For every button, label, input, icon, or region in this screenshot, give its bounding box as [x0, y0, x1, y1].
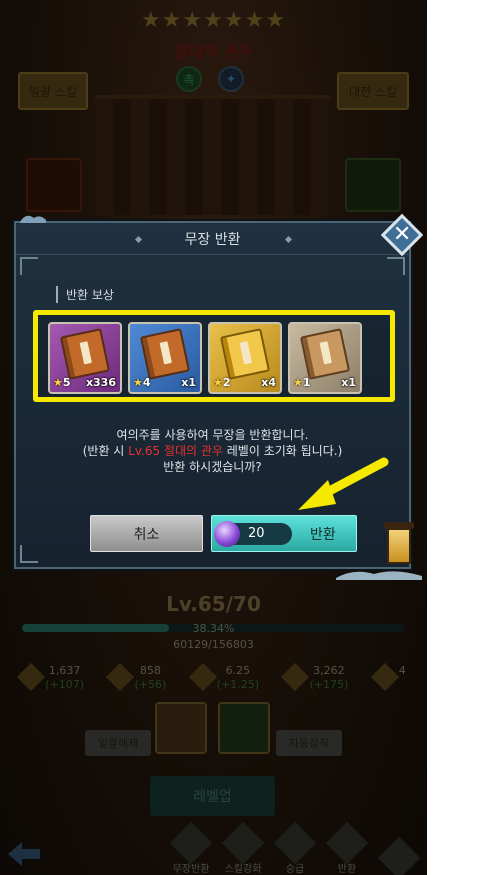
- reward-highlight-frame: ★5 x336 ★4 x1 ★2 x4 ★1 x1: [33, 310, 395, 402]
- frame-corner: [20, 545, 38, 563]
- lantern-icon: [382, 520, 416, 570]
- close-icon: ✕: [392, 222, 412, 247]
- item-star-level: ★4: [133, 376, 151, 389]
- close-button[interactable]: ✕: [380, 213, 424, 257]
- confirm-label: 반환: [310, 526, 336, 543]
- warning-hero-name: Lv.65 절대의 관우: [128, 444, 223, 458]
- game-screen: ★★★★★★★ 절대의 관우 촉 ✦ 일괄 스킬 대전 스킬 Lv.65/70 …: [0, 0, 427, 875]
- skill-book-icon: [139, 328, 191, 380]
- dialog-title: 무장 반환: [184, 231, 241, 248]
- skill-book-icon: [59, 328, 111, 380]
- dialog-header: 무장 반환: [16, 223, 409, 255]
- reward-item[interactable]: ★1 x1: [288, 322, 362, 394]
- cancel-button[interactable]: 취소: [90, 515, 203, 552]
- item-quantity: x4: [261, 376, 276, 389]
- frame-corner: [20, 257, 38, 275]
- item-quantity: x1: [341, 376, 356, 389]
- confirm-return-button[interactable]: 20 반환: [211, 515, 357, 552]
- ornament-icon: [284, 235, 293, 244]
- item-quantity: x1: [181, 376, 196, 389]
- pointer-arrow: [298, 457, 389, 510]
- message-line: 여의주를 사용하여 무장을 반환합니다.: [116, 428, 309, 442]
- reward-item[interactable]: ★4 x1: [128, 322, 202, 394]
- reward-items: ★5 x336 ★4 x1 ★2 x4 ★1 x1: [48, 322, 362, 394]
- frame-corner: [387, 257, 405, 275]
- skill-book-icon: [299, 328, 351, 380]
- dragon-orb-icon: [214, 520, 240, 547]
- cost-display: 20: [214, 520, 292, 547]
- reward-item[interactable]: ★5 x336: [48, 322, 122, 394]
- skill-book-icon: [219, 328, 271, 380]
- item-star-level: ★1: [293, 376, 311, 389]
- reward-item[interactable]: ★2 x4: [208, 322, 282, 394]
- ornament-icon: [134, 235, 143, 244]
- item-star-level: ★5: [53, 376, 71, 389]
- cloud-decoration-icon: [20, 215, 46, 223]
- item-star-level: ★2: [213, 376, 231, 389]
- cloud-decoration-icon: [336, 571, 422, 580]
- cost-value: 20: [248, 526, 265, 541]
- item-quantity: x336: [85, 376, 116, 389]
- hero-return-dialog: 무장 반환 반환 보상 ★5 x336 ★4 x1 ★2 x4 ★1 x1 여의…: [14, 221, 411, 569]
- reward-label: 반환 보상: [56, 286, 114, 303]
